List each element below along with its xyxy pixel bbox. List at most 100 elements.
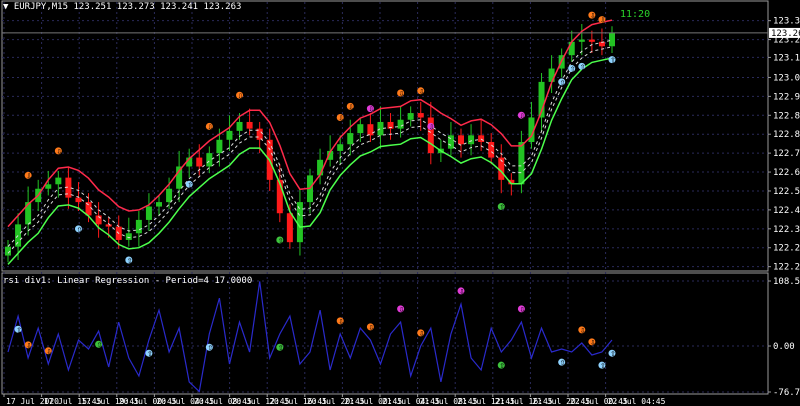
candle-body	[45, 184, 52, 189]
candle-body	[135, 219, 142, 234]
osc-tick-label: 108.5933	[773, 277, 800, 287]
price-signal-up-glyph: ⇧	[570, 66, 576, 74]
candle-body	[5, 246, 11, 256]
candle-body	[568, 41, 575, 56]
price-tick-label: 123.315	[773, 17, 800, 27]
osc-signal-orange-glyph: ⇩	[590, 339, 596, 347]
price-signal-orange-glyph: ⇩	[590, 12, 596, 20]
price-signal-orange-glyph: ⇩	[207, 123, 213, 131]
candle-body	[145, 206, 152, 220]
price-tick-label: 122.380	[773, 225, 800, 235]
price-tick-label: 122.975	[773, 92, 800, 102]
chart-canvas[interactable]: 123.315123.230123.150123.060122.975122.8…	[0, 0, 800, 406]
osc-signal-orange-glyph: ⇩	[580, 327, 586, 335]
candle-body	[397, 119, 404, 129]
candle-body	[196, 157, 203, 167]
osc-signal-orange-glyph: ⇩	[338, 318, 344, 326]
price-signal-magenta-glyph: ⇩	[519, 112, 525, 120]
price-signal-up-glyph: ⇧	[127, 257, 133, 265]
indicator-title: rsi div1: Linear Regression - Period=4 1…	[3, 276, 253, 286]
price-signal-green-glyph: ⇧	[278, 237, 284, 245]
osc-tick-label: 0.00	[773, 342, 795, 352]
osc-signal-magenta-glyph: ⇩	[519, 306, 525, 314]
candle-body	[407, 113, 414, 120]
price-signal-up-glyph: ⇧	[76, 226, 82, 234]
candle-body	[236, 121, 243, 131]
current-price-value: 123.263	[771, 29, 800, 39]
price-signal-up-glyph: ⇧	[187, 181, 193, 189]
candle-body	[166, 188, 173, 203]
price-tick-label: 122.805	[773, 130, 800, 140]
candle-body	[206, 153, 213, 167]
osc-signal-up-glyph: ⇧	[207, 344, 213, 352]
price-signal-orange-glyph: ⇩	[348, 103, 354, 111]
bar-countdown: 11:20	[620, 9, 651, 20]
osc-signal-green-glyph: ⇧	[499, 362, 505, 370]
osc-signal-up-glyph: ⇧	[147, 350, 153, 358]
price-tick-label: 122.550	[773, 187, 800, 197]
price-signal-orange-glyph: ⇩	[26, 172, 32, 180]
price-tick-label: 122.295	[773, 244, 800, 254]
candle-body	[548, 68, 555, 82]
osc-signal-up-glyph: ⇧	[16, 326, 22, 334]
candle-body	[468, 135, 475, 145]
candle-body	[347, 133, 354, 145]
time-tick-label: 22 Jul 04:45	[608, 397, 666, 406]
candle-body	[125, 233, 132, 240]
oscillator-line	[7, 281, 613, 393]
price-signal-orange-glyph: ⇩	[56, 148, 62, 156]
price-signal-up-glyph: ⇧	[610, 57, 616, 65]
price-signal-orange-glyph: ⇩	[238, 92, 244, 100]
osc-signal-up-glyph: ⇧	[610, 350, 616, 358]
candle-body	[609, 32, 615, 47]
candle-body	[488, 142, 495, 158]
price-tick-label: 122.890	[773, 111, 800, 121]
candle-body	[458, 135, 464, 145]
candle-body	[226, 130, 233, 140]
chart-header: ▼ EURJPY,M15 123.251 123.273 123.241 123…	[3, 2, 242, 12]
osc-signal-orange-glyph: ⇩	[368, 324, 374, 332]
price-tick-label: 122.465	[773, 206, 800, 216]
osc-signal-green-glyph: ⇧	[97, 341, 103, 349]
price-signal-magenta-glyph: ⇩	[429, 123, 435, 131]
candle-body	[105, 224, 112, 227]
candle-body	[588, 39, 595, 42]
candle-body	[377, 121, 384, 136]
osc-signal-up-glyph: ⇧	[560, 359, 566, 367]
price-signal-orange-glyph: ⇩	[399, 90, 405, 98]
price-signal-orange-glyph: ⇩	[338, 115, 344, 123]
candle-body	[478, 135, 485, 142]
price-signal-up-glyph: ⇧	[560, 79, 566, 87]
osc-signal-orange-glyph: ⇩	[419, 330, 425, 338]
candle-body	[357, 124, 364, 134]
osc-signal-orange-glyph: ⇩	[46, 348, 52, 356]
osc-signal-magenta-glyph: ⇩	[399, 306, 405, 314]
candle-body	[578, 39, 585, 42]
candle-body	[246, 121, 253, 129]
price-signal-green-glyph: ⇧	[499, 204, 505, 212]
osc-tick-label: -76.7933	[773, 388, 800, 398]
candle-body	[216, 139, 223, 154]
candle-body	[337, 144, 344, 151]
price-signal-orange-glyph: ⇩	[600, 17, 606, 25]
osc-signal-up-glyph: ⇧	[600, 362, 606, 370]
price-tick-label: 122.720	[773, 149, 800, 159]
osc-signal-magenta-glyph: ⇩	[459, 288, 465, 296]
osc-signal-orange-glyph: ⇩	[26, 342, 32, 350]
osc-signal-green-glyph: ⇧	[278, 344, 284, 352]
price-tick-label: 123.150	[773, 53, 800, 63]
candle-body	[75, 197, 82, 203]
price-tick-label: 122.635	[773, 168, 800, 178]
price-signal-up-glyph: ⇧	[580, 63, 586, 71]
candle-body	[367, 124, 374, 136]
price-tick-label: 123.060	[773, 73, 800, 83]
candle-body	[55, 177, 62, 185]
candle-body	[25, 202, 32, 225]
price-signal-magenta-glyph: ⇩	[368, 106, 374, 114]
candle-body	[296, 202, 303, 243]
candle-body	[286, 213, 293, 243]
candle-body	[417, 113, 424, 118]
candle-body	[156, 202, 162, 207]
price-signal-orange-glyph: ⇩	[419, 88, 425, 96]
price-tick-label: 122.210	[773, 263, 800, 273]
